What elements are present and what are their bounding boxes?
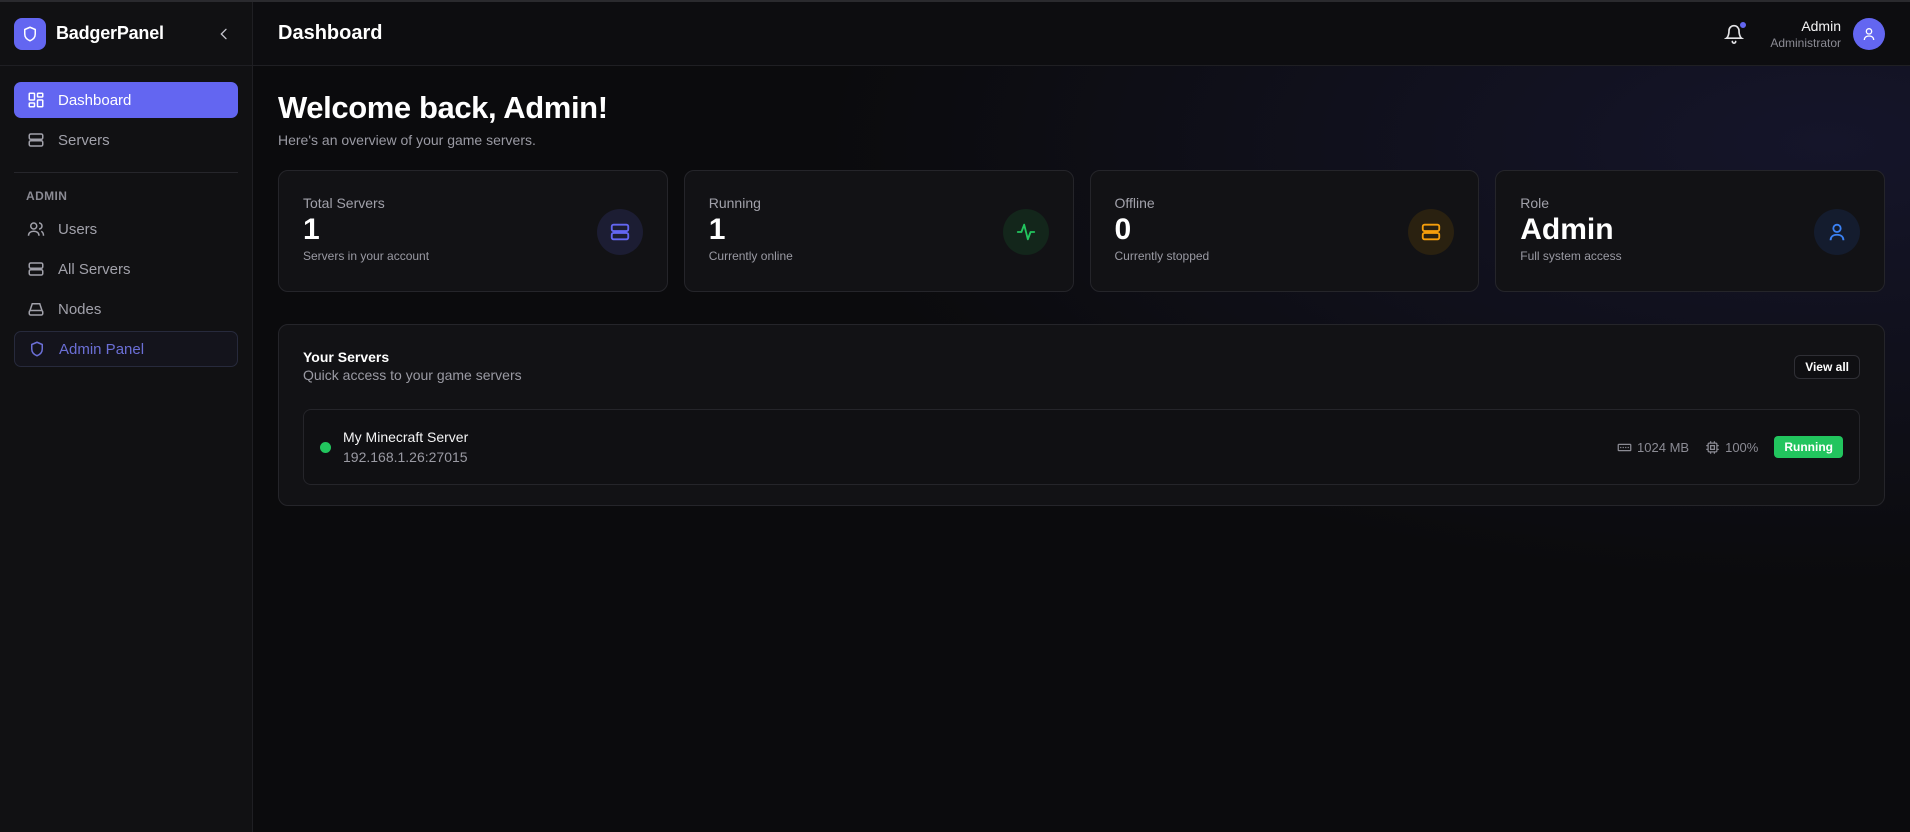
sidebar: BadgerPanel Dashboard Servers ADMIN User…	[0, 2, 253, 832]
stat-card-role: Role Admin Full system access	[1495, 170, 1885, 292]
servers-card-subtitle: Quick access to your game servers	[303, 367, 522, 383]
main-content: Welcome back, Admin! Here's an overview …	[253, 66, 1910, 832]
your-servers-card: Your Servers Quick access to your game s…	[278, 324, 1885, 506]
welcome-heading: Welcome back, Admin!	[278, 90, 608, 125]
cpu-value: 100%	[1725, 439, 1759, 455]
stat-label: Running	[708, 195, 761, 211]
welcome-subtitle: Here's an overview of your game servers.	[278, 132, 536, 148]
server-icon	[1408, 209, 1455, 255]
stat-subtitle: Currently stopped	[1114, 249, 1210, 263]
cpu-usage: 100%	[1705, 440, 1758, 455]
memory-value: 1024 MB	[1637, 439, 1690, 455]
sidebar-item-label: All Servers	[58, 260, 131, 278]
users-icon	[26, 219, 46, 239]
stat-card-running: Running 1 Currently online	[683, 170, 1074, 292]
stat-value: 1	[708, 213, 726, 246]
sidebar-item-label: Users	[58, 220, 98, 238]
servers-card-title: Your Servers	[303, 349, 390, 365]
user-name: Admin	[1801, 17, 1841, 34]
memory-icon	[1617, 443, 1632, 451]
notifications-button[interactable]	[1720, 19, 1749, 48]
stat-card-total-servers: Total Servers 1 Servers in your account	[278, 170, 668, 292]
sidebar-item-label: Servers	[58, 131, 110, 149]
activity-icon	[1002, 209, 1049, 255]
sidebar-item-nodes[interactable]: Nodes	[14, 291, 238, 327]
sidebar-item-users[interactable]: Users	[14, 211, 238, 247]
sidebar-divider	[14, 172, 238, 173]
sidebar-item-label: Admin Panel	[59, 340, 145, 358]
brand-name: BadgerPanel	[56, 23, 164, 43]
server-meta: 1024 MB 100% Running	[1617, 436, 1843, 458]
stat-label: Role	[1520, 195, 1550, 211]
stat-value: Admin	[1520, 213, 1614, 246]
stat-value: 0	[1114, 213, 1132, 246]
stats-row: Total Servers 1 Servers in your account …	[278, 170, 1885, 292]
server-address: 192.168.1.26:27015	[343, 449, 468, 465]
cpu-icon	[1706, 440, 1719, 454]
topbar: Dashboard Admin Administrator	[253, 2, 1910, 66]
sidebar-item-admin-panel[interactable]: Admin Panel	[14, 331, 238, 367]
servers-card-header: Your Servers Quick access to your game s…	[303, 349, 1860, 383]
stat-card-offline: Offline 0 Currently stopped	[1089, 170, 1480, 292]
app-window: BadgerPanel Dashboard Servers ADMIN User…	[0, 0, 1910, 832]
sidebar-item-label: Dashboard	[58, 91, 132, 109]
sidebar-section-label: ADMIN	[26, 189, 68, 203]
server-list-item[interactable]: My Minecraft Server 192.168.1.26:27015 1…	[303, 409, 1860, 485]
sidebar-item-servers[interactable]: Servers	[14, 122, 238, 158]
collapse-sidebar-button[interactable]	[210, 20, 238, 48]
server-name: My Minecraft Server	[343, 429, 469, 445]
shield-logo-icon	[14, 17, 46, 50]
user-info: Admin Administrator	[1770, 18, 1841, 50]
user-icon	[1863, 27, 1875, 40]
server-icon	[26, 259, 46, 279]
dashboard-icon	[26, 90, 46, 110]
avatar[interactable]	[1853, 17, 1885, 50]
sidebar-item-dashboard[interactable]: Dashboard	[14, 82, 238, 118]
user-icon	[1814, 209, 1860, 255]
brand: BadgerPanel	[0, 2, 252, 66]
view-all-button[interactable]: View all	[1794, 355, 1860, 379]
sidebar-item-all-servers[interactable]: All Servers	[14, 251, 238, 287]
main-nav: Dashboard Servers	[0, 66, 252, 158]
notification-badge	[1738, 19, 1749, 30]
shield-icon	[27, 339, 47, 359]
topbar-actions: Admin Administrator	[1720, 17, 1885, 50]
stat-subtitle: Full system access	[1520, 249, 1622, 263]
chevron-left-icon	[220, 28, 227, 39]
status-dot	[320, 441, 331, 453]
stat-value: 1	[303, 213, 320, 246]
stat-subtitle: Currently online	[708, 249, 793, 263]
sidebar-item-label: Nodes	[58, 300, 102, 318]
memory-usage: 1024 MB	[1617, 440, 1689, 455]
admin-nav: Users All Servers Nodes Admin Panel	[0, 211, 252, 367]
page-title: Dashboard	[278, 22, 383, 44]
server-icon	[596, 209, 643, 255]
server-icon	[26, 130, 46, 150]
stat-label: Offline	[1114, 195, 1155, 211]
hard-drive-icon	[26, 299, 46, 319]
stat-subtitle: Servers in your account	[303, 249, 430, 263]
user-role: Administrator	[1770, 35, 1841, 50]
status-badge: Running	[1774, 436, 1843, 458]
stat-label: Total Servers	[303, 195, 385, 211]
